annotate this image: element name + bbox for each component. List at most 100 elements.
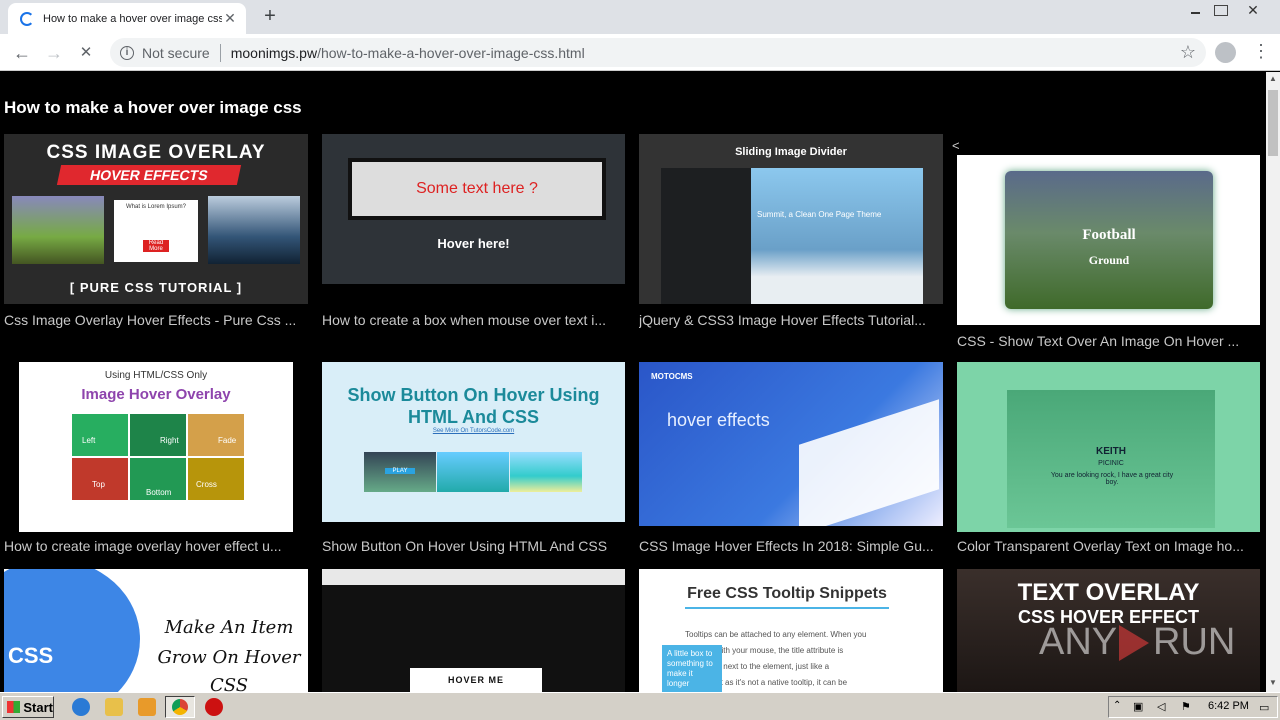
taskbar-chrome-button[interactable]: [165, 696, 195, 718]
card-thumbnail[interactable]: KEITH PICINIC You are looking rock, I ha…: [957, 362, 1260, 532]
clock: 6:42 PM: [1208, 700, 1249, 712]
stop-button[interactable]: ✕: [74, 41, 98, 65]
thumb-hover-button: HOVER ME: [410, 668, 542, 692]
tab-close-button[interactable]: ✕: [222, 10, 238, 27]
scroll-up-arrow-icon[interactable]: ▲: [1266, 74, 1280, 83]
stray-char: <: [952, 138, 960, 153]
thumb-photo: [12, 196, 104, 264]
card-caption[interactable]: jQuery & CSS3 Image Hover Effects Tutori…: [639, 312, 943, 328]
card-thumbnail[interactable]: HOVER ME: [322, 569, 625, 692]
info-icon[interactable]: i: [120, 45, 134, 60]
thumb-card-button: Read More: [143, 240, 169, 252]
security-label[interactable]: Not secure: [142, 45, 210, 61]
network-icon[interactable]: ▣: [1133, 700, 1143, 713]
desktop-icon[interactable]: ▭: [1259, 701, 1269, 714]
thumb-body-line: element with your mouse, the title attri…: [685, 646, 844, 655]
thumb-code-pane: [661, 168, 751, 304]
result-card[interactable]: Some text here ? Hover here! How to crea…: [322, 134, 625, 334]
result-card[interactable]: Free CSS Tooltip Snippets Tooltips can b…: [639, 569, 943, 692]
thumb-tile: Fade: [188, 414, 244, 456]
close-window-button[interactable]: ✕: [1240, 0, 1266, 20]
thumb-heading-3: CSS: [209, 675, 249, 692]
browser-tab[interactable]: How to make a hover over image css ✕: [8, 3, 246, 34]
result-card[interactable]: Show Button On Hover Using HTML And CSS …: [322, 362, 625, 562]
thumb-mockup: [799, 399, 939, 526]
card-caption[interactable]: Show Button On Hover Using HTML And CSS: [322, 538, 625, 554]
card-thumbnail[interactable]: Using HTML/CSS Only Image Hover Overlay …: [4, 362, 308, 532]
result-card[interactable]: Football Ground CSS - Show Text Over An …: [957, 155, 1260, 355]
card-caption[interactable]: Color Transparent Overlay Text on Image …: [957, 538, 1260, 554]
folder-icon[interactable]: [105, 698, 123, 716]
watermark-play-icon: [1119, 625, 1149, 661]
stop-sign-icon[interactable]: [205, 698, 223, 716]
new-tab-button[interactable]: +: [258, 6, 282, 28]
start-button[interactable]: Start: [2, 696, 54, 718]
result-card[interactable]: TEXT OVERLAY CSS HOVER EFFECT ANY RUN: [957, 569, 1260, 692]
page-scrollbar[interactable]: ▲ ▼: [1266, 72, 1280, 692]
flag-icon[interactable]: ⚑: [1181, 700, 1191, 713]
scrollbar-thumb[interactable]: [1268, 90, 1278, 156]
result-card[interactable]: HOVER ME: [322, 569, 625, 692]
forward-button[interactable]: →: [42, 41, 66, 65]
profile-avatar[interactable]: [1215, 42, 1236, 63]
url-path[interactable]: /how-to-make-a-hover-over-image-css.html: [317, 45, 585, 61]
card-thumbnail[interactable]: Football Ground: [957, 155, 1260, 325]
scroll-down-arrow-icon[interactable]: ▼: [1266, 678, 1280, 687]
thumb-tooltip: A little box to something to make it lon…: [662, 645, 722, 692]
watermark-text: ANY: [1039, 621, 1118, 663]
thumb-body-line: Tooltips can be attached to any element.…: [685, 630, 867, 639]
card-thumbnail[interactable]: Show Button On Hover Using HTML And CSS …: [322, 362, 625, 522]
card-thumbnail[interactable]: Free CSS Tooltip Snippets Tooltips can b…: [639, 569, 943, 692]
thumb-overlay-title: KEITH: [1096, 446, 1126, 457]
result-card[interactable]: MOTOCMS hover effects CSS Image Hover Ef…: [639, 362, 943, 562]
thumb-overlay-title: Football: [1082, 227, 1136, 243]
card-caption[interactable]: CSS Image Hover Effects In 2018: Simple …: [639, 538, 943, 554]
card-caption[interactable]: CSS - Show Text Over An Image On Hover .…: [957, 333, 1260, 349]
result-card[interactable]: CSS IMAGE OVERLAY HOVER EFFECTS What is …: [4, 134, 308, 334]
address-bar[interactable]: i Not secure moonimgs.pw/how-to-make-a-h…: [110, 38, 1206, 67]
volume-icon[interactable]: ◁: [1157, 700, 1165, 713]
thumb-body: Tooltips can be attached to any element.…: [685, 627, 935, 691]
loading-spinner-icon: [20, 11, 34, 26]
thumb-card: What is Lorem Ipsum? Read More: [114, 200, 198, 262]
thumb-logo: MOTOCMS: [651, 372, 693, 381]
back-button[interactable]: ←: [10, 41, 34, 65]
card-thumbnail[interactable]: CSS IMAGE OVERLAY HOVER EFFECTS What is …: [4, 134, 308, 304]
thumb-card-title: What is Lorem Ipsum?: [125, 204, 187, 210]
card-caption[interactable]: How to create a box when mouse over text…: [322, 312, 625, 328]
tab-strip: How to make a hover over image css ✕ + ✕: [0, 0, 1280, 34]
thumb-banner: HOVER EFFECTS: [56, 165, 242, 185]
thumb-footer: [ PURE CSS TUTORIAL ]: [69, 280, 243, 295]
thumb-play-button: PLAY: [385, 468, 415, 474]
thumb-logo-text: CSS: [8, 643, 54, 668]
card-thumbnail[interactable]: Some text here ? Hover here!: [322, 134, 625, 284]
card-thumbnail[interactable]: CSS Make An Item Grow On Hover CSS: [4, 569, 308, 692]
result-card[interactable]: CSS Make An Item Grow On Hover CSS: [4, 569, 308, 692]
tray-arrow-icon[interactable]: ⌃: [1113, 700, 1121, 711]
minimize-button[interactable]: [1182, 0, 1208, 20]
thumb-body-line: tooltip. But as it's not a native toolti…: [685, 678, 848, 687]
restore-button[interactable]: [1208, 0, 1234, 20]
thumb-heading: Sliding Image Divider: [735, 146, 847, 158]
card-caption[interactable]: Css Image Overlay Hover Effects - Pure C…: [4, 312, 308, 328]
media-player-icon[interactable]: [138, 698, 156, 716]
windows-flag-icon: [7, 701, 21, 713]
menu-icon[interactable]: ⋮: [1252, 41, 1270, 62]
result-card[interactable]: Sliding Image Divider Summit, a Clean On…: [639, 134, 943, 334]
thumb-heading: Make An Item: [164, 617, 294, 638]
card-thumbnail[interactable]: Sliding Image Divider Summit, a Clean On…: [639, 134, 943, 304]
card-thumbnail[interactable]: MOTOCMS hover effects: [639, 362, 943, 526]
thumb-subheading: Using HTML/CSS Only: [104, 370, 208, 381]
thumb-browser-bar: [322, 569, 625, 585]
result-card[interactable]: KEITH PICINIC You are looking rock, I ha…: [957, 362, 1260, 562]
card-thumbnail[interactable]: TEXT OVERLAY CSS HOVER EFFECT ANY RUN: [957, 569, 1260, 692]
thumb-overlay-subtitle: PICINIC: [1098, 460, 1124, 467]
thumb-hover-text: Hover here!: [437, 236, 510, 251]
card-caption[interactable]: How to create image overlay hover effect…: [4, 538, 308, 554]
url-host[interactable]: moonimgs.pw: [231, 45, 317, 61]
bookmark-star-icon[interactable]: ☆: [1180, 42, 1196, 63]
thumb-heading: CSS IMAGE OVERLAY: [46, 142, 266, 163]
internet-explorer-icon[interactable]: [72, 698, 90, 716]
result-card[interactable]: Using HTML/CSS Only Image Hover Overlay …: [4, 362, 308, 562]
browser-toolbar: ← → ✕ i Not secure moonimgs.pw/how-to-ma…: [0, 34, 1280, 71]
